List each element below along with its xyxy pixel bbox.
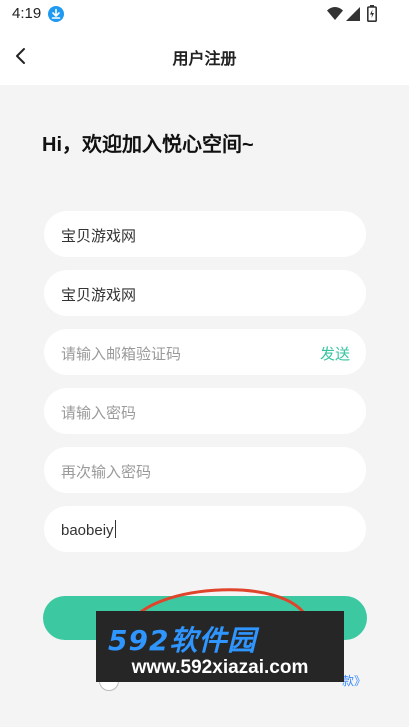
watermark-logo: 592软件园 — [108, 624, 257, 657]
confirm-password-field[interactable]: 再次输入密码 — [44, 447, 366, 493]
username-value: 宝贝游戏网 — [61, 228, 137, 245]
invite-code-text: baobeiy — [61, 522, 114, 539]
agreement-link[interactable]: 款》 — [342, 672, 366, 689]
signal-icon — [346, 6, 360, 25]
invite-code-value: baobeiy — [61, 520, 116, 539]
password-placeholder: 请输入密码 — [61, 405, 137, 422]
password-field[interactable]: 请输入密码 — [44, 388, 366, 434]
wifi-icon — [327, 6, 343, 25]
battery-icon — [367, 5, 377, 26]
email-field[interactable]: 宝贝游戏网 — [44, 270, 366, 316]
status-bar: 4:19 — [0, 0, 409, 28]
app-header: 用户注册 — [0, 28, 409, 85]
text-caret — [114, 520, 116, 538]
status-time: 4:19 — [12, 5, 42, 22]
email-code-placeholder: 请输入邮箱验证码 — [61, 346, 182, 363]
email-value: 宝贝游戏网 — [61, 287, 137, 304]
email-code-field[interactable]: 请输入邮箱验证码 发送 — [44, 329, 366, 375]
invite-code-field[interactable]: baobeiy — [44, 506, 366, 552]
username-field[interactable]: 宝贝游戏网 — [44, 211, 366, 257]
welcome-heading: Hi，欢迎加入悦心空间~ — [42, 134, 254, 156]
watermark-url: www.592xiazai.com — [131, 657, 309, 678]
watermark: 592软件园 www.592xiazai.com — [96, 611, 344, 682]
send-code-button[interactable]: 发送 — [320, 343, 350, 364]
confirm-password-placeholder: 再次输入密码 — [61, 464, 152, 481]
page-title: 用户注册 — [172, 51, 237, 68]
download-icon — [48, 6, 64, 22]
